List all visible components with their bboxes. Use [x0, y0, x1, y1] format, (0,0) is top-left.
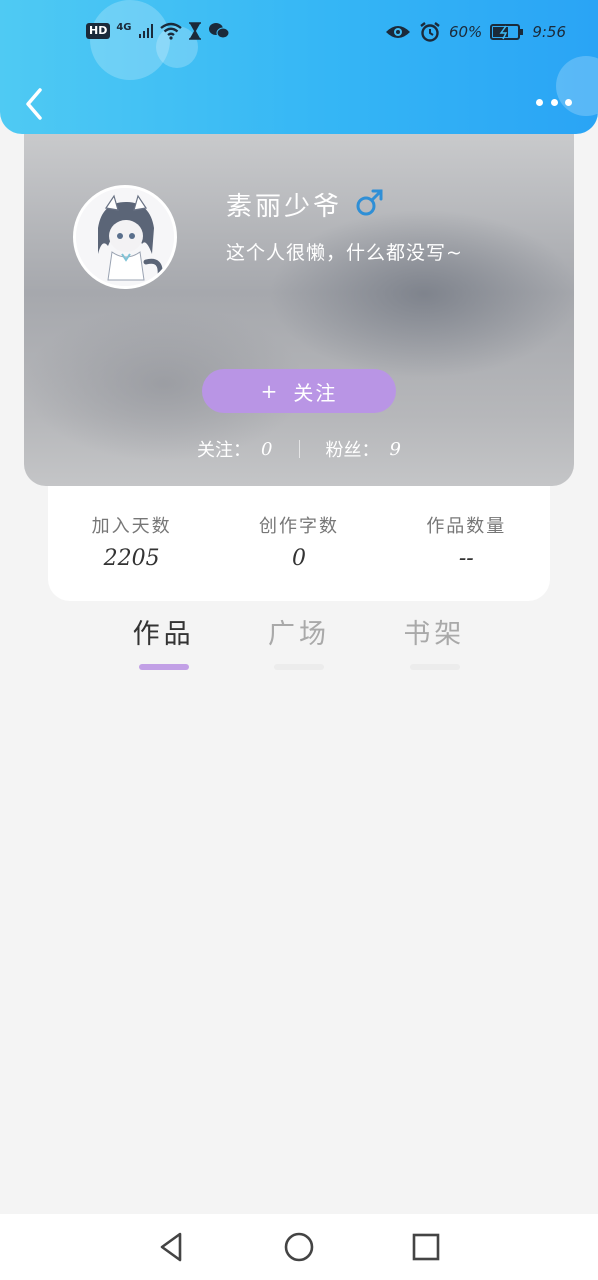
profile-card: 素丽少爷 这个人很懒，什么都没写~ + 关注 关注： 0 粉丝： 9: [24, 134, 574, 486]
avatar[interactable]: [73, 185, 177, 289]
home-circle-icon[interactable]: [282, 1230, 316, 1264]
wifi-icon: [159, 22, 182, 40]
info-word-count: 创作字数 0: [224, 512, 374, 601]
info-value: 2205: [103, 546, 160, 571]
system-nav-bar: [0, 1214, 598, 1280]
recents-square-icon[interactable]: [409, 1230, 443, 1264]
hourglass-icon: [188, 22, 201, 40]
stats-divider: [298, 440, 300, 458]
avatar-illustration: [76, 188, 174, 286]
followers-label[interactable]: 粉丝：: [326, 436, 380, 462]
following-label[interactable]: 关注：: [197, 436, 251, 462]
info-label: 加入天数: [91, 516, 172, 537]
username: 素丽少爷: [226, 192, 343, 222]
battery-icon: [490, 24, 524, 40]
info-works-count: 作品数量 --: [391, 512, 541, 601]
followers-count[interactable]: 9: [390, 439, 401, 460]
signal-icon: [138, 24, 153, 38]
alarm-icon: [420, 22, 440, 42]
info-join-days: 加入天数 2205: [57, 512, 207, 601]
info-card: 加入天数 2205 创作字数 0 作品数量 --: [48, 486, 550, 601]
following-count[interactable]: 0: [261, 439, 272, 460]
info-label: 作品数量: [426, 516, 507, 537]
bio-text: 这个人很懒，什么都没写~: [226, 242, 463, 264]
tab-indicator: [409, 664, 460, 670]
follow-button-label: 关注: [293, 380, 338, 405]
wechat-icon: [208, 23, 230, 39]
top-banner: HD 4G 60% 9:56: [0, 0, 598, 134]
tab-indicator: [274, 664, 325, 670]
clock: 9:56: [532, 23, 566, 41]
network-type: 4G: [116, 21, 132, 33]
dot: [536, 98, 543, 106]
tab-label: 书架: [403, 619, 466, 650]
male-icon: [356, 189, 383, 216]
tab-indicator: [139, 664, 189, 670]
plus-icon: +: [260, 379, 280, 403]
status-left: HD 4G: [86, 22, 230, 40]
more-dots-icon[interactable]: [536, 90, 572, 114]
tab-label: 广场: [267, 619, 330, 650]
info-value: 0: [291, 546, 306, 571]
status-right: 60% 9:56: [385, 22, 566, 42]
tab-bookshelf[interactable]: 书架: [367, 612, 502, 676]
info-value: --: [458, 546, 474, 571]
battery-percent: 60%: [448, 23, 483, 41]
follow-stats: 关注： 0 粉丝： 9: [24, 434, 574, 464]
back-triangle-icon[interactable]: [154, 1230, 188, 1264]
header-nav: [0, 78, 598, 128]
info-label: 创作字数: [258, 516, 339, 537]
tab-square[interactable]: 广场: [231, 612, 366, 676]
tab-label: 作品: [132, 619, 195, 650]
dot: [550, 98, 558, 106]
chevron-left-icon[interactable]: [20, 86, 48, 122]
follow-button[interactable]: + 关注: [202, 369, 396, 413]
status-bar: HD 4G 60% 9:56: [0, 0, 598, 68]
eye-icon: [385, 26, 410, 38]
tab-works[interactable]: 作品: [96, 612, 231, 676]
hd-badge: HD: [86, 23, 111, 39]
content-tabs: 作品 广场 书架: [96, 612, 502, 676]
dot: [565, 98, 572, 106]
